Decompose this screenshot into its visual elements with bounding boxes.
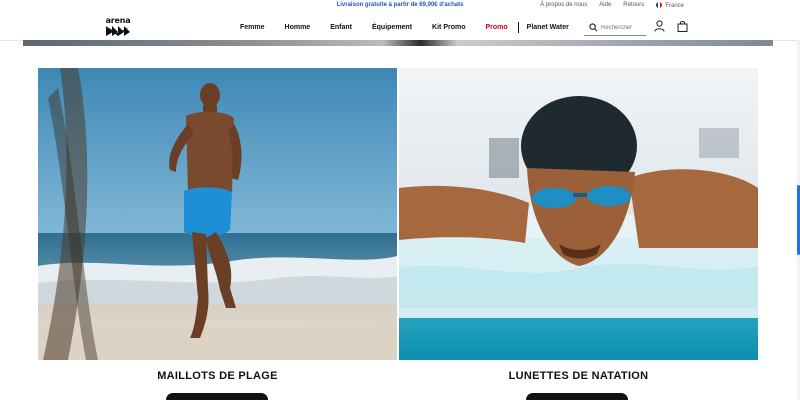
help-link[interactable]: Aide bbox=[599, 2, 611, 9]
utility-links: À propos de nous Aide Retours France bbox=[540, 2, 684, 9]
nav-promo[interactable]: Promo bbox=[486, 24, 508, 31]
diamond-logo-icon bbox=[106, 26, 130, 36]
site-header: arena Femme Homme Enfant Équipement Kit … bbox=[0, 12, 800, 40]
card-title-goggles[interactable]: LUNETTES DE NATATION bbox=[399, 370, 758, 382]
nav-homme[interactable]: Homme bbox=[285, 24, 311, 31]
hero-banner-strip bbox=[23, 40, 773, 46]
card-goggles-image[interactable] bbox=[399, 68, 758, 360]
nav-planet-water[interactable]: Planet Water bbox=[527, 24, 569, 31]
search-input[interactable] bbox=[601, 22, 645, 33]
returns-link[interactable]: Retours bbox=[623, 2, 644, 9]
arena-logo[interactable]: arena bbox=[104, 16, 132, 38]
bag-icon[interactable] bbox=[677, 20, 688, 32]
france-flag-icon bbox=[656, 2, 663, 8]
card-beachwear-image[interactable] bbox=[38, 68, 397, 360]
shop-goggles-button[interactable] bbox=[526, 393, 628, 400]
country-label: France bbox=[665, 3, 684, 9]
nav-kit-promo[interactable]: Kit Promo bbox=[432, 24, 465, 31]
announcement-bar: Livraison gratuite à partir de 69,90€ d'… bbox=[0, 0, 800, 12]
search-icon bbox=[589, 23, 598, 32]
running-man-image bbox=[38, 68, 397, 360]
country-selector[interactable]: France bbox=[656, 2, 684, 9]
nav-separator bbox=[517, 22, 519, 33]
about-link[interactable]: À propos de nous bbox=[540, 2, 587, 9]
search-box[interactable] bbox=[584, 20, 646, 36]
main-nav: Femme Homme Enfant Équipement Kit Promo … bbox=[240, 22, 589, 33]
swimmer-image bbox=[399, 68, 758, 360]
card-title-beachwear[interactable]: MAILLOTS DE PLAGE bbox=[38, 370, 397, 382]
nav-equipement[interactable]: Équipement bbox=[372, 24, 412, 31]
nav-femme[interactable]: Femme bbox=[240, 24, 265, 31]
account-icon[interactable] bbox=[654, 20, 665, 32]
shop-beachwear-button[interactable] bbox=[166, 393, 268, 400]
nav-enfant[interactable]: Enfant bbox=[330, 24, 352, 31]
